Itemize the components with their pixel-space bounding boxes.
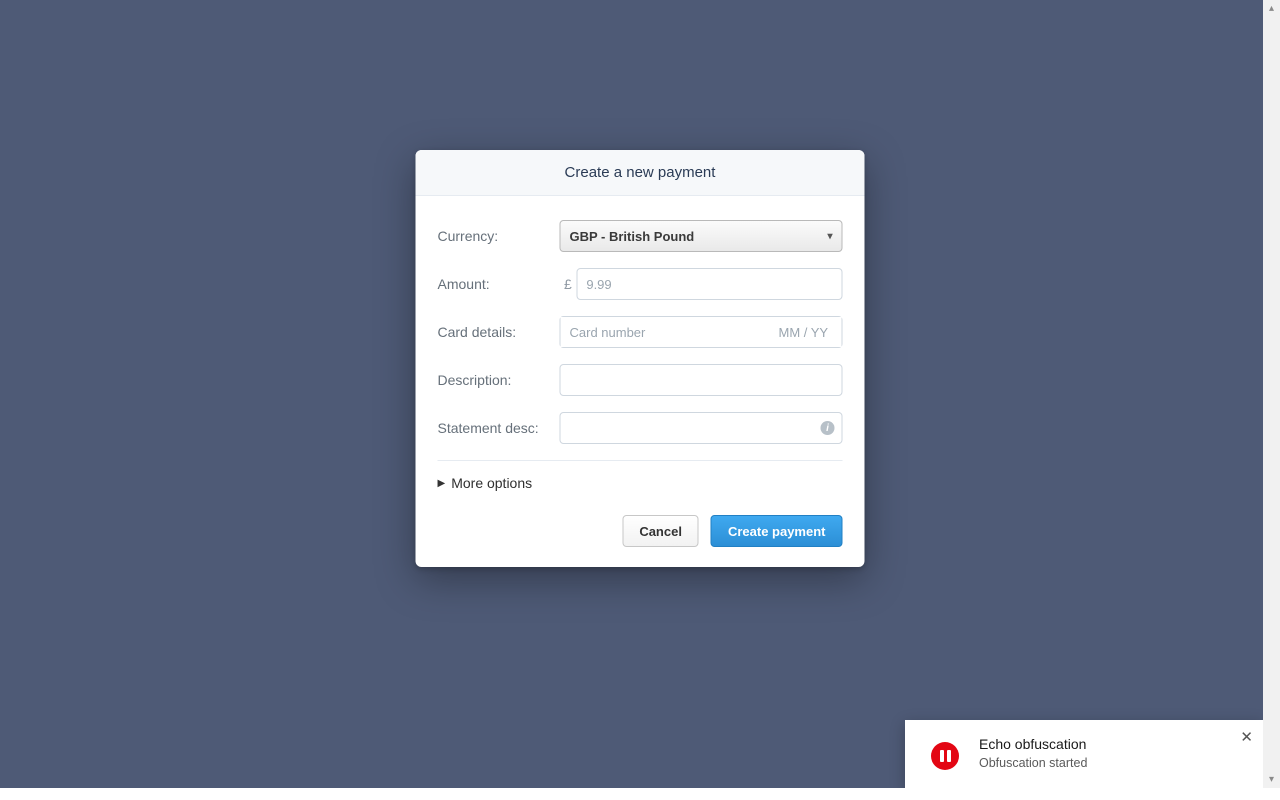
row-card: Card details: (438, 316, 843, 348)
more-options-label: More options (451, 475, 532, 491)
amount-input[interactable] (576, 268, 842, 300)
card-input-group (560, 316, 843, 348)
modal-footer: Cancel Create payment (416, 515, 865, 567)
currency-select-value: GBP - British Pound (570, 229, 695, 244)
create-payment-modal: Create a new payment Currency: GBP - Bri… (416, 150, 865, 567)
row-amount: Amount: £ (438, 268, 843, 300)
row-currency: Currency: GBP - British Pound ▾ (438, 220, 843, 252)
currency-symbol: £ (560, 276, 577, 292)
modal-body: Currency: GBP - British Pound ▾ Amount: … (416, 196, 865, 515)
create-payment-button[interactable]: Create payment (711, 515, 843, 547)
currency-label: Currency: (438, 228, 560, 244)
currency-select[interactable]: GBP - British Pound ▾ (560, 220, 843, 252)
row-statement: Statement desc: i (438, 412, 843, 444)
scrollbar[interactable]: ▴ ▾ (1263, 0, 1280, 788)
bottom-strip (0, 788, 1280, 800)
scroll-down-icon[interactable]: ▾ (1263, 771, 1280, 788)
card-number-input[interactable] (561, 317, 770, 347)
more-options-toggle[interactable]: ▶ More options (438, 475, 843, 507)
pause-icon (931, 742, 959, 770)
divider (438, 460, 843, 461)
close-icon[interactable]: ✕ (1240, 728, 1253, 746)
chevron-down-icon: ▾ (827, 231, 832, 242)
toast-message: Obfuscation started (979, 756, 1247, 770)
modal-title: Create a new payment (416, 150, 865, 196)
card-label: Card details: (438, 324, 560, 340)
toast-title: Echo obfuscation (979, 736, 1247, 752)
triangle-right-icon: ▶ (438, 478, 446, 489)
scroll-up-icon[interactable]: ▴ (1263, 0, 1280, 17)
description-label: Description: (438, 372, 560, 388)
statement-label: Statement desc: (438, 420, 560, 436)
notification-toast: Echo obfuscation Obfuscation started ✕ (905, 720, 1263, 788)
description-input[interactable] (560, 364, 843, 396)
info-icon[interactable]: i (821, 421, 835, 435)
card-expiry-input[interactable] (770, 317, 842, 347)
statement-input[interactable] (560, 412, 843, 444)
amount-label: Amount: (438, 276, 560, 292)
cancel-button[interactable]: Cancel (622, 515, 699, 547)
row-description: Description: (438, 364, 843, 396)
